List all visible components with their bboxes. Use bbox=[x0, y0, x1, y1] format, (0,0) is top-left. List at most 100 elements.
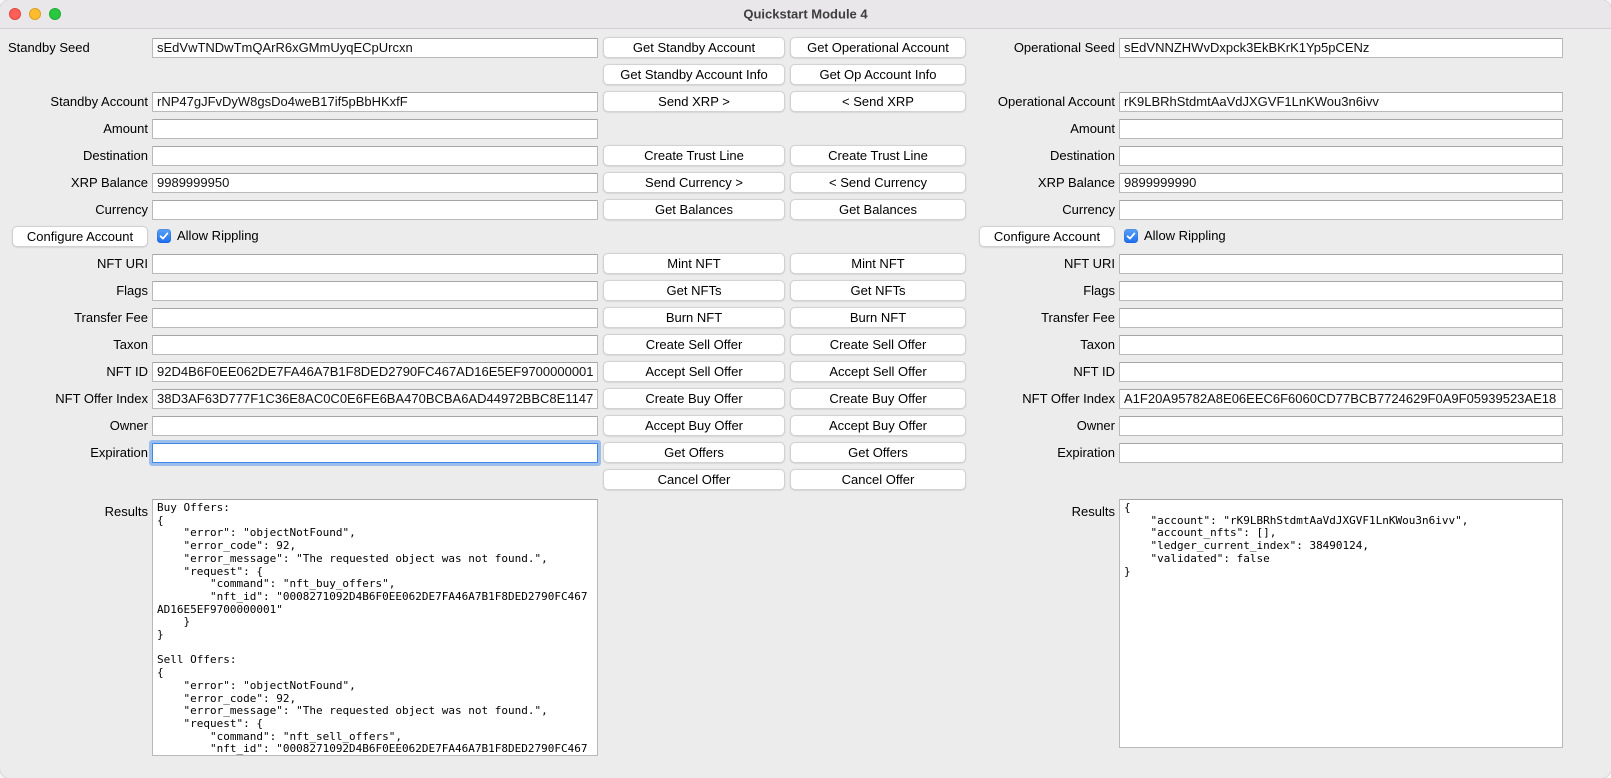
standby-allow-rippling-checkbox[interactable]: Allow Rippling bbox=[157, 228, 259, 243]
standby-send-currency-button[interactable]: Send Currency > bbox=[603, 172, 785, 193]
operational-amount-input[interactable] bbox=[1119, 119, 1563, 139]
op-accept-buy-offer-button[interactable]: Accept Buy Offer bbox=[790, 415, 966, 436]
operational-account-input[interactable] bbox=[1119, 92, 1563, 112]
standby-configure-account-button[interactable]: Configure Account bbox=[12, 226, 148, 247]
standby-account-input[interactable] bbox=[152, 92, 598, 112]
standby-amount-label: Amount bbox=[103, 121, 148, 136]
standby-get-offers-button[interactable]: Get Offers bbox=[603, 442, 785, 463]
standby-create-buy-offer-button[interactable]: Create Buy Offer bbox=[603, 388, 785, 409]
standby-create-sell-offer-button[interactable]: Create Sell Offer bbox=[603, 334, 785, 355]
standby-xrp-balance-input[interactable] bbox=[152, 173, 598, 193]
standby-accept-sell-offer-button[interactable]: Accept Sell Offer bbox=[603, 361, 785, 382]
row-cancel-offer: Cancel Offer Cancel Offer bbox=[0, 466, 1611, 493]
standby-transfer-fee-input[interactable] bbox=[152, 308, 598, 328]
operational-nft-id-input[interactable] bbox=[1119, 362, 1563, 382]
op-get-balances-button[interactable]: Get Balances bbox=[790, 199, 966, 220]
row-xrp-balance: XRP Balance Send Currency > < Send Curre… bbox=[0, 169, 1611, 196]
op-accept-sell-offer-button[interactable]: Accept Sell Offer bbox=[790, 361, 966, 382]
operational-xrp-balance-input[interactable] bbox=[1119, 173, 1563, 193]
checkbox-checked-icon bbox=[157, 229, 171, 243]
standby-cancel-offer-button[interactable]: Cancel Offer bbox=[603, 469, 785, 490]
standby-results-label: Results bbox=[105, 504, 148, 519]
standby-flags-label: Flags bbox=[116, 283, 148, 298]
operational-allow-rippling-label: Allow Rippling bbox=[1144, 228, 1226, 243]
op-create-trust-line-button[interactable]: Create Trust Line bbox=[790, 145, 966, 166]
operational-allow-rippling-checkbox[interactable]: Allow Rippling bbox=[1124, 228, 1226, 243]
operational-nft-offer-index-input[interactable] bbox=[1119, 389, 1563, 409]
operational-results-text[interactable]: { "account": "rK9LBRhStdmtAaVdJXGVF1LnKW… bbox=[1119, 499, 1563, 748]
standby-mint-nft-button[interactable]: Mint NFT bbox=[603, 253, 785, 274]
op-send-currency-button[interactable]: < Send Currency bbox=[790, 172, 966, 193]
standby-amount-input[interactable] bbox=[152, 119, 598, 139]
operational-taxon-input[interactable] bbox=[1119, 335, 1563, 355]
standby-send-xrp-button[interactable]: Send XRP > bbox=[603, 91, 785, 112]
standby-owner-label: Owner bbox=[110, 418, 148, 433]
window-title: Quickstart Module 4 bbox=[0, 7, 1611, 22]
op-create-buy-offer-button[interactable]: Create Buy Offer bbox=[790, 388, 966, 409]
standby-expiration-input[interactable] bbox=[152, 443, 598, 463]
standby-get-balances-button[interactable]: Get Balances bbox=[603, 199, 785, 220]
row-nft-offer-index: NFT Offer Index Create Buy Offer Create … bbox=[0, 385, 1611, 412]
standby-nft-offer-index-label: NFT Offer Index bbox=[55, 391, 148, 406]
row-taxon: Taxon Create Sell Offer Create Sell Offe… bbox=[0, 331, 1611, 358]
get-standby-account-button[interactable]: Get Standby Account bbox=[603, 37, 785, 58]
operational-transfer-fee-input[interactable] bbox=[1119, 308, 1563, 328]
operational-currency-input[interactable] bbox=[1119, 200, 1563, 220]
operational-configure-account-button[interactable]: Configure Account bbox=[979, 226, 1115, 247]
operational-results-label: Results bbox=[1072, 504, 1115, 519]
operational-expiration-input[interactable] bbox=[1119, 443, 1563, 463]
operational-nft-id-label: NFT ID bbox=[1073, 364, 1115, 379]
standby-get-nfts-button[interactable]: Get NFTs bbox=[603, 280, 785, 301]
op-create-sell-offer-button[interactable]: Create Sell Offer bbox=[790, 334, 966, 355]
standby-xrp-balance-label: XRP Balance bbox=[71, 175, 148, 190]
row-flags: Flags Get NFTs Get NFTs Flags bbox=[0, 277, 1611, 304]
standby-flags-input[interactable] bbox=[152, 281, 598, 301]
titlebar: Quickstart Module 4 bbox=[0, 0, 1611, 29]
standby-account-label: Standby Account bbox=[50, 94, 148, 109]
operational-flags-input[interactable] bbox=[1119, 281, 1563, 301]
standby-destination-input[interactable] bbox=[152, 146, 598, 166]
op-cancel-offer-button[interactable]: Cancel Offer bbox=[790, 469, 966, 490]
operational-xrp-balance-label: XRP Balance bbox=[1038, 175, 1115, 190]
standby-taxon-input[interactable] bbox=[152, 335, 598, 355]
op-mint-nft-button[interactable]: Mint NFT bbox=[790, 253, 966, 274]
standby-seed-label: Standby Seed bbox=[8, 40, 90, 55]
standby-nft-uri-label: NFT URI bbox=[97, 256, 148, 271]
op-get-nfts-button[interactable]: Get NFTs bbox=[790, 280, 966, 301]
operational-owner-label: Owner bbox=[1077, 418, 1115, 433]
standby-results-text[interactable]: Buy Offers: { "error": "objectNotFound",… bbox=[152, 499, 598, 756]
content: Standby Seed Get Standby Account Get Ope… bbox=[0, 29, 1611, 756]
row-amount: Amount Amount bbox=[0, 115, 1611, 142]
standby-currency-input[interactable] bbox=[152, 200, 598, 220]
standby-nft-offer-index-input[interactable] bbox=[152, 389, 598, 409]
row-nft-id: NFT ID Accept Sell Offer Accept Sell Off… bbox=[0, 358, 1611, 385]
standby-burn-nft-button[interactable]: Burn NFT bbox=[603, 307, 785, 328]
get-op-account-info-button[interactable]: Get Op Account Info bbox=[790, 64, 966, 85]
standby-transfer-fee-label: Transfer Fee bbox=[74, 310, 148, 325]
operational-amount-label: Amount bbox=[1070, 121, 1115, 136]
standby-seed-input[interactable] bbox=[152, 38, 598, 58]
op-send-xrp-button[interactable]: < Send XRP bbox=[790, 91, 966, 112]
operational-transfer-fee-label: Transfer Fee bbox=[1041, 310, 1115, 325]
standby-expiration-label: Expiration bbox=[90, 445, 148, 460]
operational-expiration-label: Expiration bbox=[1057, 445, 1115, 460]
standby-nft-id-input[interactable] bbox=[152, 362, 598, 382]
get-standby-account-info-button[interactable]: Get Standby Account Info bbox=[603, 64, 785, 85]
op-burn-nft-button[interactable]: Burn NFT bbox=[790, 307, 966, 328]
standby-accept-buy-offer-button[interactable]: Accept Buy Offer bbox=[603, 415, 785, 436]
row-destination: Destination Create Trust Line Create Tru… bbox=[0, 142, 1611, 169]
operational-nft-uri-input[interactable] bbox=[1119, 254, 1563, 274]
standby-nft-uri-input[interactable] bbox=[152, 254, 598, 274]
operational-account-label: Operational Account bbox=[998, 94, 1115, 109]
operational-destination-input[interactable] bbox=[1119, 146, 1563, 166]
op-get-offers-button[interactable]: Get Offers bbox=[790, 442, 966, 463]
operational-nft-uri-label: NFT URI bbox=[1064, 256, 1115, 271]
standby-currency-label: Currency bbox=[95, 202, 148, 217]
standby-create-trust-line-button[interactable]: Create Trust Line bbox=[603, 145, 785, 166]
standby-destination-label: Destination bbox=[83, 148, 148, 163]
operational-owner-input[interactable] bbox=[1119, 416, 1563, 436]
operational-seed-input[interactable] bbox=[1119, 38, 1563, 58]
standby-owner-input[interactable] bbox=[152, 416, 598, 436]
row-transfer-fee: Transfer Fee Burn NFT Burn NFT Transfer … bbox=[0, 304, 1611, 331]
get-operational-account-button[interactable]: Get Operational Account bbox=[790, 37, 966, 58]
